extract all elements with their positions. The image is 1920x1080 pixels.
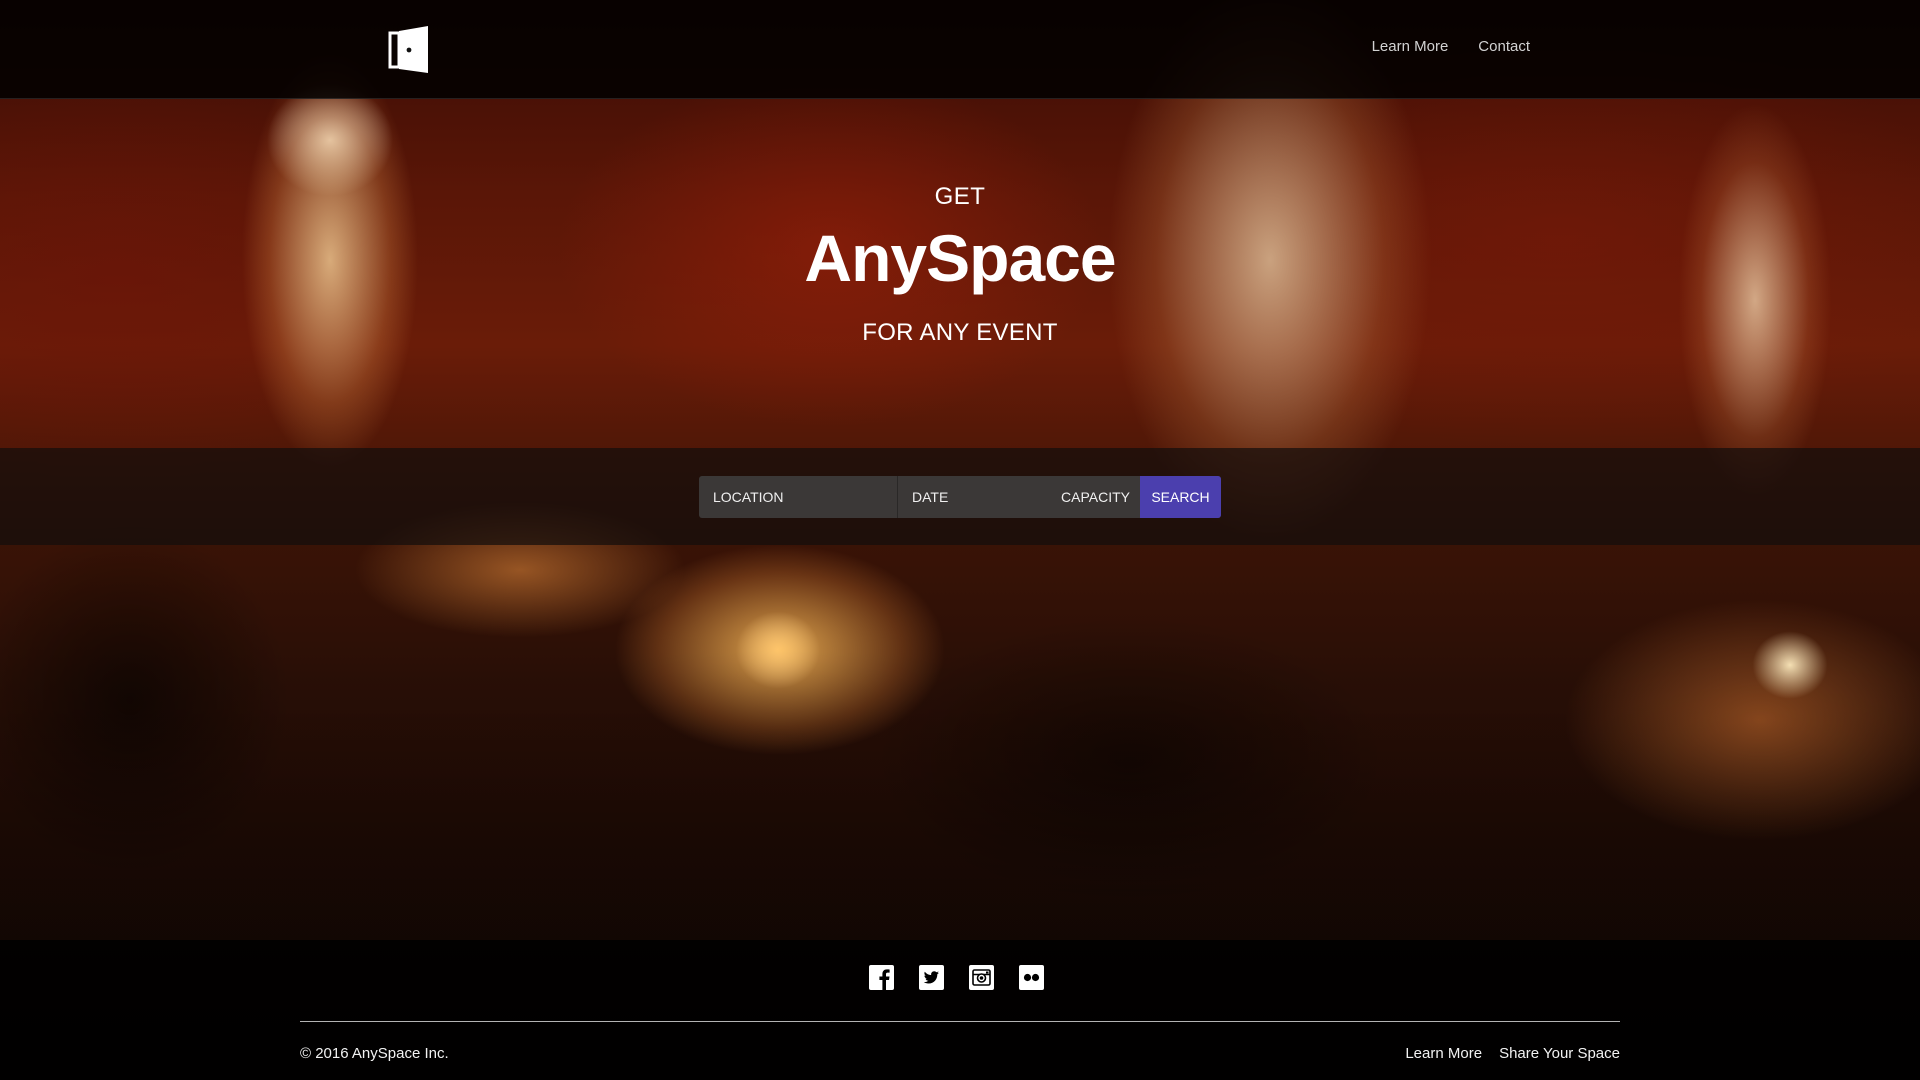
- capacity-label: CAPACITY: [1061, 489, 1130, 505]
- facebook-link[interactable]: [869, 965, 894, 990]
- top-navbar: Learn More Contact: [0, 0, 1920, 99]
- facebook-icon: [869, 965, 894, 990]
- footer-links: Learn More Share Your Space: [1405, 1045, 1620, 1062]
- footer-divider: [300, 1021, 1620, 1022]
- nav-learn-more[interactable]: Learn More: [1372, 38, 1449, 55]
- nav-contact[interactable]: Contact: [1478, 38, 1530, 55]
- social-links: [869, 965, 1044, 990]
- instagram-icon: [969, 965, 994, 990]
- search-button[interactable]: SEARCH: [1140, 476, 1221, 518]
- location-label: LOCATION: [713, 489, 784, 505]
- flickr-link[interactable]: [1019, 965, 1044, 990]
- twitter-icon: [919, 965, 944, 990]
- hero-get-text: GET: [934, 183, 986, 210]
- hero-subtitle: FOR ANY EVENT: [862, 319, 1058, 346]
- hero-section: GET AnySpace FOR ANY EVENT: [0, 99, 1920, 449]
- location-field[interactable]: LOCATION: [699, 476, 898, 518]
- door-icon: [388, 26, 428, 73]
- capacity-field[interactable]: CAPACITY: [1036, 476, 1140, 518]
- search-bar: LOCATION DATE CAPACITY SEARCH: [699, 476, 1221, 518]
- logo-link[interactable]: [388, 25, 432, 75]
- date-field[interactable]: DATE: [898, 476, 1036, 518]
- search-band: LOCATION DATE CAPACITY SEARCH: [0, 448, 1920, 545]
- footer-share-space-link[interactable]: Share Your Space: [1499, 1045, 1620, 1062]
- instagram-link[interactable]: [969, 965, 994, 990]
- twitter-link[interactable]: [919, 965, 944, 990]
- hero-brand-title: AnySpace: [804, 221, 1116, 295]
- footer: © 2016 AnySpace Inc. Learn More Share Yo…: [0, 940, 1920, 1080]
- date-label: DATE: [912, 489, 949, 505]
- main-nav: Learn More Contact: [1372, 38, 1530, 55]
- flickr-icon: [1019, 965, 1044, 990]
- search-button-label: SEARCH: [1151, 489, 1210, 505]
- copyright-text: © 2016 AnySpace Inc.: [300, 1045, 449, 1062]
- footer-learn-more-link[interactable]: Learn More: [1405, 1045, 1482, 1062]
